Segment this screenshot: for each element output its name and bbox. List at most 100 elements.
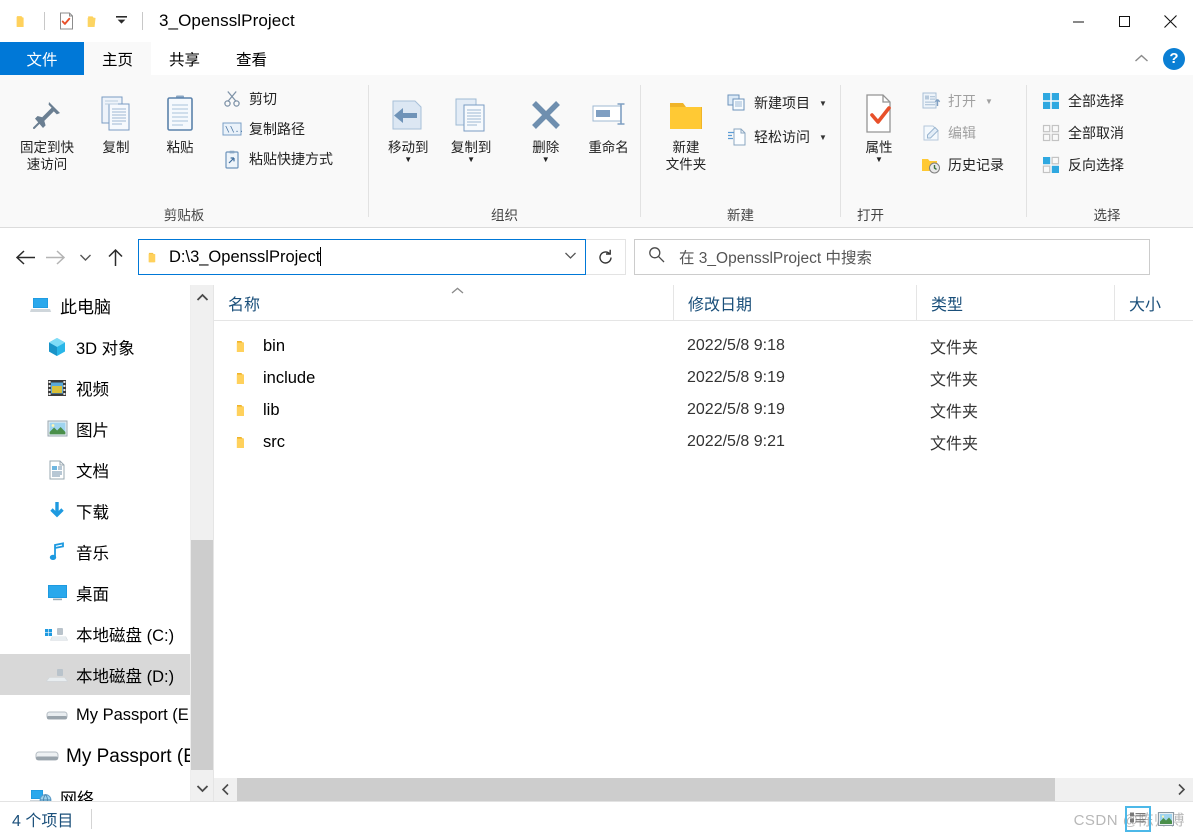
sidebar-item-documents[interactable]: 文档: [0, 449, 213, 490]
scroll-down-icon[interactable]: [191, 776, 213, 801]
column-header-size[interactable]: 大小: [1114, 285, 1174, 321]
ribbon-edit-button[interactable]: 编辑: [921, 121, 1004, 145]
address-bar[interactable]: D:\3_OpensslProject: [138, 239, 586, 275]
maximize-button[interactable]: [1101, 0, 1147, 42]
column-header-type[interactable]: 类型: [916, 285, 1114, 321]
tab-home[interactable]: 主页: [84, 42, 152, 75]
file-name: src: [263, 432, 285, 451]
sidebar-item-videos[interactable]: 视频: [0, 367, 213, 408]
tab-share[interactable]: 共享: [151, 42, 218, 75]
ribbon-invert-selection-label: 反向选择: [1068, 157, 1124, 173]
ribbon-invert-selection-button[interactable]: 反向选择: [1041, 153, 1124, 177]
hscrollbar-thumb[interactable]: [237, 778, 1055, 801]
sidebar-vertical-scrollbar[interactable]: [190, 285, 213, 801]
table-row[interactable]: src 2022/5/8 9:21 文件夹: [214, 426, 1193, 458]
ribbon-select-none-button[interactable]: 全部取消: [1041, 121, 1124, 145]
select-none-icon: [1041, 123, 1061, 143]
chevron-down-icon[interactable]: [564, 251, 577, 263]
ribbon-paste-label: 粘贴: [166, 140, 194, 155]
edit-icon: [921, 123, 941, 143]
ribbon-cut-button[interactable]: 剪切: [222, 87, 333, 111]
table-row[interactable]: bin 2022/5/8 9:18 文件夹: [214, 330, 1193, 362]
back-button[interactable]: [10, 241, 40, 273]
window-title: 3_OpensslProject: [159, 11, 295, 30]
tab-view[interactable]: 查看: [218, 42, 285, 75]
sidebar-item-network[interactable]: 网络: [0, 777, 213, 801]
ribbon-copy-path-button[interactable]: \\... 复制路径: [222, 117, 333, 141]
ribbon-pin-to-quick-access[interactable]: 固定到快 速访问: [10, 85, 84, 173]
sidebar-item-local-disk-d[interactable]: 本地磁盘 (D:): [0, 654, 213, 695]
table-row[interactable]: include 2022/5/8 9:19 文件夹: [214, 362, 1193, 394]
up-one-level-button[interactable]: [100, 241, 130, 273]
sidebar-item-3d-objects[interactable]: 3D 对象: [0, 326, 213, 367]
collapse-ribbon-icon[interactable]: [1134, 51, 1149, 66]
table-row[interactable]: lib 2022/5/8 9:19 文件夹: [214, 394, 1193, 426]
ribbon-copy-to-button[interactable]: 复制到 ▼: [440, 85, 503, 164]
tab-file[interactable]: 文件: [0, 42, 84, 75]
sort-ascending-icon: [450, 285, 465, 297]
ribbon-history-button[interactable]: 历史记录: [921, 153, 1004, 177]
ribbon-easy-access-button[interactable]: 轻松访问 ▼: [727, 125, 827, 149]
scroll-up-icon[interactable]: [191, 285, 213, 310]
close-button[interactable]: [1147, 0, 1193, 42]
large-icons-view-button[interactable]: [1153, 806, 1179, 832]
details-view-button[interactable]: [1125, 806, 1151, 832]
sidebar-label: My Passport (E:): [66, 745, 208, 767]
help-button[interactable]: ?: [1163, 47, 1185, 70]
ribbon-properties-button[interactable]: 属性 ▼: [847, 85, 911, 164]
customize-qat-caret-icon[interactable]: [111, 14, 132, 28]
ribbon-tabs: 文件 主页 共享 查看: [0, 42, 1193, 75]
file-date: 2022/5/8 9:21: [687, 433, 785, 450]
move-to-dropdown-icon[interactable]: ▼: [404, 156, 412, 164]
sidebar-item-music[interactable]: 音乐: [0, 531, 213, 572]
new-folder-icon[interactable]: [83, 10, 105, 32]
column-headers: 名称 修改日期 类型 大小: [214, 285, 1193, 321]
sidebar-item-local-disk-c[interactable]: 本地磁盘 (C:): [0, 613, 213, 654]
ribbon-paste-button[interactable]: 粘贴: [148, 85, 212, 156]
folder-icon[interactable]: [12, 10, 34, 32]
ribbon-new-item-button[interactable]: 新建项目 ▼: [727, 91, 827, 115]
ribbon-group-new: 新建 文件夹 新建项目 ▼ 轻松访问 ▼ 新建: [641, 75, 840, 227]
folder-icon: [235, 402, 252, 419]
column-header-date[interactable]: 修改日期: [673, 285, 916, 321]
column-header-name[interactable]: 名称: [214, 285, 673, 321]
clipboard-small-buttons: 剪切 \\... 复制路径 粘贴快捷方式: [222, 85, 333, 171]
ribbon-paste-shortcut-button[interactable]: 粘贴快捷方式: [222, 147, 333, 171]
recent-locations-button[interactable]: [70, 241, 100, 273]
ribbon-rename-button[interactable]: 重命名: [577, 85, 640, 156]
sidebar-item-downloads[interactable]: 下载: [0, 490, 213, 531]
navigation-pane: 此电脑 3D 对象 视频 图片 文档 下载 音乐 桌面 本地磁盘 (C:) 本地…: [0, 285, 213, 801]
ribbon-move-to-button[interactable]: 移动到 ▼: [377, 85, 440, 164]
removable-drive-icon: [44, 709, 70, 723]
scroll-left-icon[interactable]: [214, 778, 237, 801]
copy-to-dropdown-icon[interactable]: ▼: [467, 156, 475, 164]
forward-button[interactable]: [40, 241, 70, 273]
ribbon-delete-button[interactable]: 删除 ▼: [514, 85, 577, 164]
ribbon-new-folder-label-2: 文件夹: [665, 157, 707, 172]
ribbon-group-label-open: 打开: [857, 208, 884, 223]
easy-access-dropdown-icon[interactable]: ▼: [819, 133, 827, 142]
window-controls: [1055, 0, 1193, 42]
minimize-button[interactable]: [1055, 0, 1101, 42]
new-item-dropdown-icon[interactable]: ▼: [819, 99, 827, 108]
delete-dropdown-icon[interactable]: ▼: [542, 156, 550, 164]
ribbon-new-folder-button[interactable]: 新建 文件夹: [651, 85, 721, 173]
properties-dropdown-icon[interactable]: ▼: [875, 156, 883, 164]
file-list-pane: 名称 修改日期 类型 大小 bin 2022/5/8 9:18 文件夹 incl…: [214, 285, 1193, 801]
sidebar-item-pictures[interactable]: 图片: [0, 408, 213, 449]
properties-icon[interactable]: [55, 10, 77, 32]
refresh-button[interactable]: [586, 239, 626, 275]
sidebar-item-desktop[interactable]: 桌面: [0, 572, 213, 613]
open-dropdown-icon[interactable]: ▼: [985, 97, 993, 106]
sidebar-item-my-passport-e-2[interactable]: My Passport (E:): [0, 736, 213, 777]
sidebar-item-this-pc[interactable]: 此电脑: [0, 285, 213, 326]
ribbon-select-all-button[interactable]: 全部选择: [1041, 89, 1124, 113]
ribbon-open-button[interactable]: 打开 ▼: [921, 89, 1004, 113]
sidebar-item-my-passport-e-1[interactable]: My Passport (E:): [0, 695, 213, 736]
search-box[interactable]: 在 3_OpensslProject 中搜索: [634, 239, 1150, 275]
file-list-horizontal-scrollbar[interactable]: [214, 778, 1193, 801]
sidebar-scrollbar-thumb[interactable]: [191, 540, 213, 770]
ribbon-copy-button[interactable]: 复制: [84, 85, 148, 156]
scroll-right-icon[interactable]: [1170, 778, 1193, 801]
sidebar-label: 此电脑: [60, 298, 111, 317]
